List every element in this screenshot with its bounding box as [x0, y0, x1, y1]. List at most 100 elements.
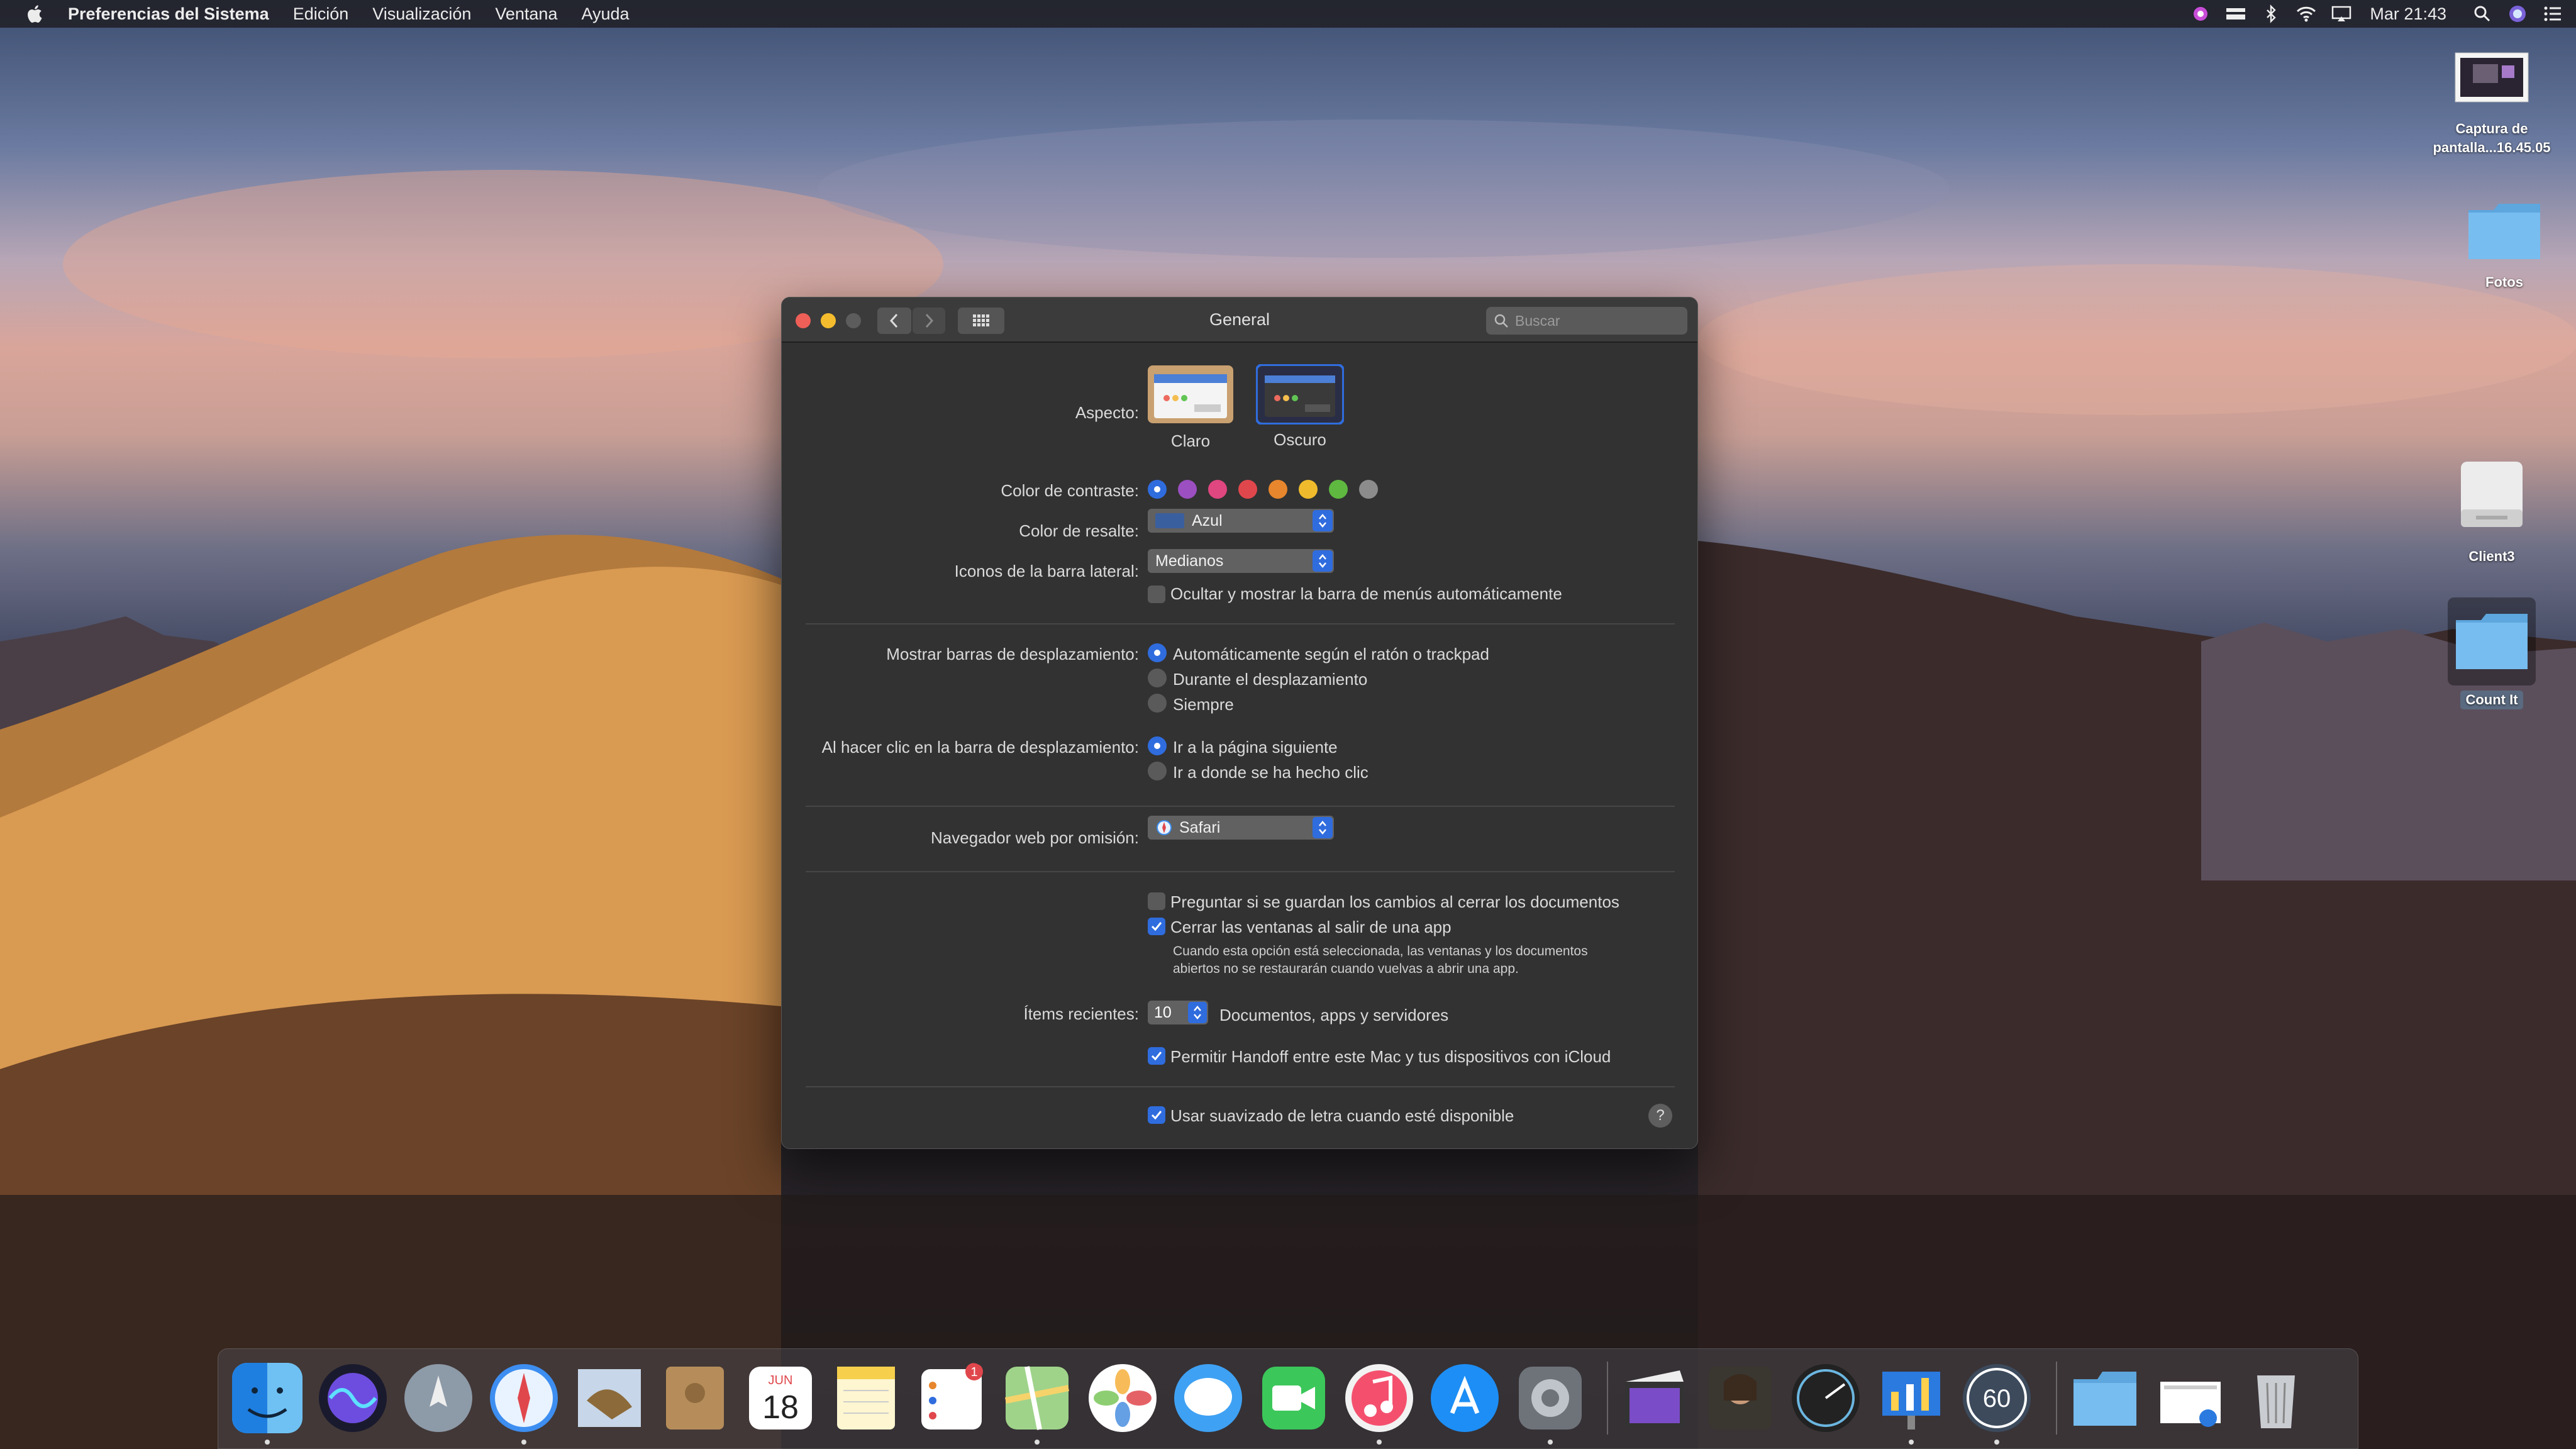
menu-ayuda[interactable]: Ayuda [581, 4, 629, 24]
search-icon [1494, 314, 1508, 328]
fps-monitor-icon[interactable]: 60 [1962, 1363, 2032, 1433]
dock-separator [2056, 1362, 2057, 1435]
contacts-icon[interactable] [660, 1363, 730, 1433]
appearance-dark-option[interactable]: Oscuro [1255, 364, 1346, 450]
search-input[interactable] [1515, 312, 1679, 330]
close-windows-note: Cuando esta opción está seleccionada, la… [1173, 944, 1588, 976]
siri-icon[interactable] [2507, 4, 2528, 23]
safari-icon[interactable] [489, 1363, 559, 1433]
selected-folder-highlight [2448, 597, 2536, 686]
dark-theme-thumbnail [1255, 364, 1345, 425]
scrollbars-scrolling-radio[interactable] [1148, 669, 1167, 687]
final-cut-pro-icon[interactable] [1619, 1363, 1690, 1433]
accent-blue-swatch[interactable] [1148, 480, 1167, 499]
accent-color-label: Color de contraste: [1001, 481, 1139, 500]
menu-app-name[interactable]: Preferencias del Sistema [68, 4, 269, 24]
scroll-click-next-page-radio[interactable] [1148, 736, 1167, 755]
facetime-icon[interactable] [1258, 1363, 1329, 1433]
autohide-menubar-label: Ocultar y mostrar la barra de menús auto… [1170, 584, 1562, 603]
downloads-folder-icon[interactable] [2070, 1363, 2140, 1433]
screenshot-file-icon [2455, 52, 2529, 103]
launchpad-icon[interactable] [403, 1363, 474, 1433]
sidebar-icons-label: Iconos de la barra lateral: [954, 562, 1139, 580]
highlight-color-popup[interactable]: Azul [1148, 509, 1334, 533]
desktop-icon-screenshot[interactable]: Captura de pantalla...16.45.05 [2429, 52, 2555, 157]
close-windows-checkbox[interactable] [1148, 918, 1165, 935]
popup-arrows-icon [1313, 817, 1333, 838]
notification-center-icon[interactable] [2542, 4, 2563, 23]
menu-extra-icon[interactable] [2225, 4, 2246, 23]
desktop-icon-fotos[interactable]: Fotos [2441, 200, 2567, 292]
spotlight-search-icon[interactable] [2472, 4, 2493, 23]
preview-icon[interactable] [2155, 1363, 2226, 1433]
app-store-icon[interactable] [1430, 1363, 1500, 1433]
autohide-menubar-checkbox[interactable] [1148, 586, 1165, 603]
bluetooth-icon[interactable] [2260, 4, 2282, 23]
handoff-checkbox[interactable] [1148, 1047, 1165, 1065]
screen-recorder-icon[interactable] [2190, 4, 2211, 23]
running-indicator [521, 1440, 526, 1445]
wifi-icon[interactable] [2296, 4, 2317, 23]
desktop-icon-client3[interactable]: Client3 [2429, 459, 2555, 566]
airplay-icon[interactable] [2331, 4, 2352, 23]
highlight-swatch [1155, 513, 1184, 528]
reminders-icon[interactable]: 1 [916, 1363, 987, 1433]
siri-icon[interactable] [318, 1363, 388, 1433]
mail-icon[interactable] [574, 1363, 645, 1433]
messages-icon[interactable] [1173, 1363, 1243, 1433]
apple-menu-icon[interactable] [24, 3, 47, 25]
appearance-label: Aspecto: [1075, 403, 1139, 422]
notes-icon[interactable] [831, 1363, 901, 1433]
calendar-icon[interactable]: JUN 18 [745, 1363, 816, 1433]
default-browser-label: Navegador web por omisión: [931, 828, 1139, 847]
help-button[interactable]: ? [1648, 1104, 1672, 1128]
menu-visualizacion[interactable]: Visualización [372, 4, 471, 24]
checkmark-icon [1151, 922, 1162, 931]
accent-green-swatch[interactable] [1329, 480, 1348, 499]
appearance-light-option[interactable]: Claro [1148, 365, 1236, 451]
accent-pink-swatch[interactable] [1208, 480, 1227, 499]
section-divider [806, 623, 1675, 625]
sidebar-icon-size-value: Medianos [1155, 552, 1224, 570]
running-indicator [1548, 1440, 1553, 1445]
scrollbars-always-radio[interactable] [1148, 694, 1167, 713]
close-windows-label: Cerrar las ventanas al salir de una app [1170, 918, 1452, 936]
finder-icon[interactable] [232, 1363, 303, 1433]
ask-save-checkbox[interactable] [1148, 892, 1165, 910]
keynote-icon[interactable] [1876, 1363, 1946, 1433]
desktop-icon-count-it[interactable]: Count It [2429, 597, 2555, 709]
speed-test-icon[interactable] [1790, 1363, 1861, 1433]
sidebar-icon-size-popup[interactable]: Medianos [1148, 549, 1334, 573]
trash-icon[interactable] [2241, 1363, 2311, 1433]
recent-items-popup[interactable]: 10 [1148, 1001, 1208, 1024]
accent-orange-swatch[interactable] [1269, 480, 1287, 499]
checkmark-icon [1151, 1111, 1162, 1120]
system-preferences-icon[interactable] [1515, 1363, 1585, 1433]
default-browser-popup[interactable]: Safari [1148, 816, 1334, 840]
menu-ventana[interactable]: Ventana [495, 4, 557, 24]
appearance-light-label: Claro [1170, 431, 1211, 450]
game-icon[interactable] [1705, 1363, 1775, 1433]
accent-yellow-swatch[interactable] [1299, 480, 1318, 499]
accent-purple-swatch[interactable] [1178, 480, 1197, 499]
folder-icon [2456, 614, 2528, 669]
scroll-click-spot-radio[interactable] [1148, 762, 1167, 780]
maps-icon[interactable] [1002, 1363, 1072, 1433]
photos-icon[interactable] [1087, 1363, 1158, 1433]
accent-graphite-swatch[interactable] [1359, 480, 1378, 499]
menu-edicion[interactable]: Edición [293, 4, 349, 24]
desktop-icon-label: Fotos [2485, 274, 2523, 290]
window-titlebar: General [782, 297, 1697, 343]
accent-red-swatch[interactable] [1238, 480, 1257, 499]
desktop-icon-label: Count It [2460, 691, 2523, 709]
scrollbars-auto-radio[interactable] [1148, 643, 1167, 662]
itunes-icon[interactable] [1344, 1363, 1414, 1433]
recent-items-label: Ítems recientes: [1023, 1004, 1139, 1023]
desktop-icon-label: Captura de pantalla...16.45.05 [2433, 121, 2551, 155]
default-browser-value: Safari [1179, 818, 1221, 836]
search-field[interactable] [1486, 307, 1687, 335]
font-smoothing-checkbox[interactable] [1148, 1106, 1165, 1124]
popup-arrows-icon [1188, 1002, 1207, 1023]
popup-arrows-icon [1313, 510, 1333, 531]
menu-clock[interactable]: Mar 21:43 [2370, 4, 2446, 24]
